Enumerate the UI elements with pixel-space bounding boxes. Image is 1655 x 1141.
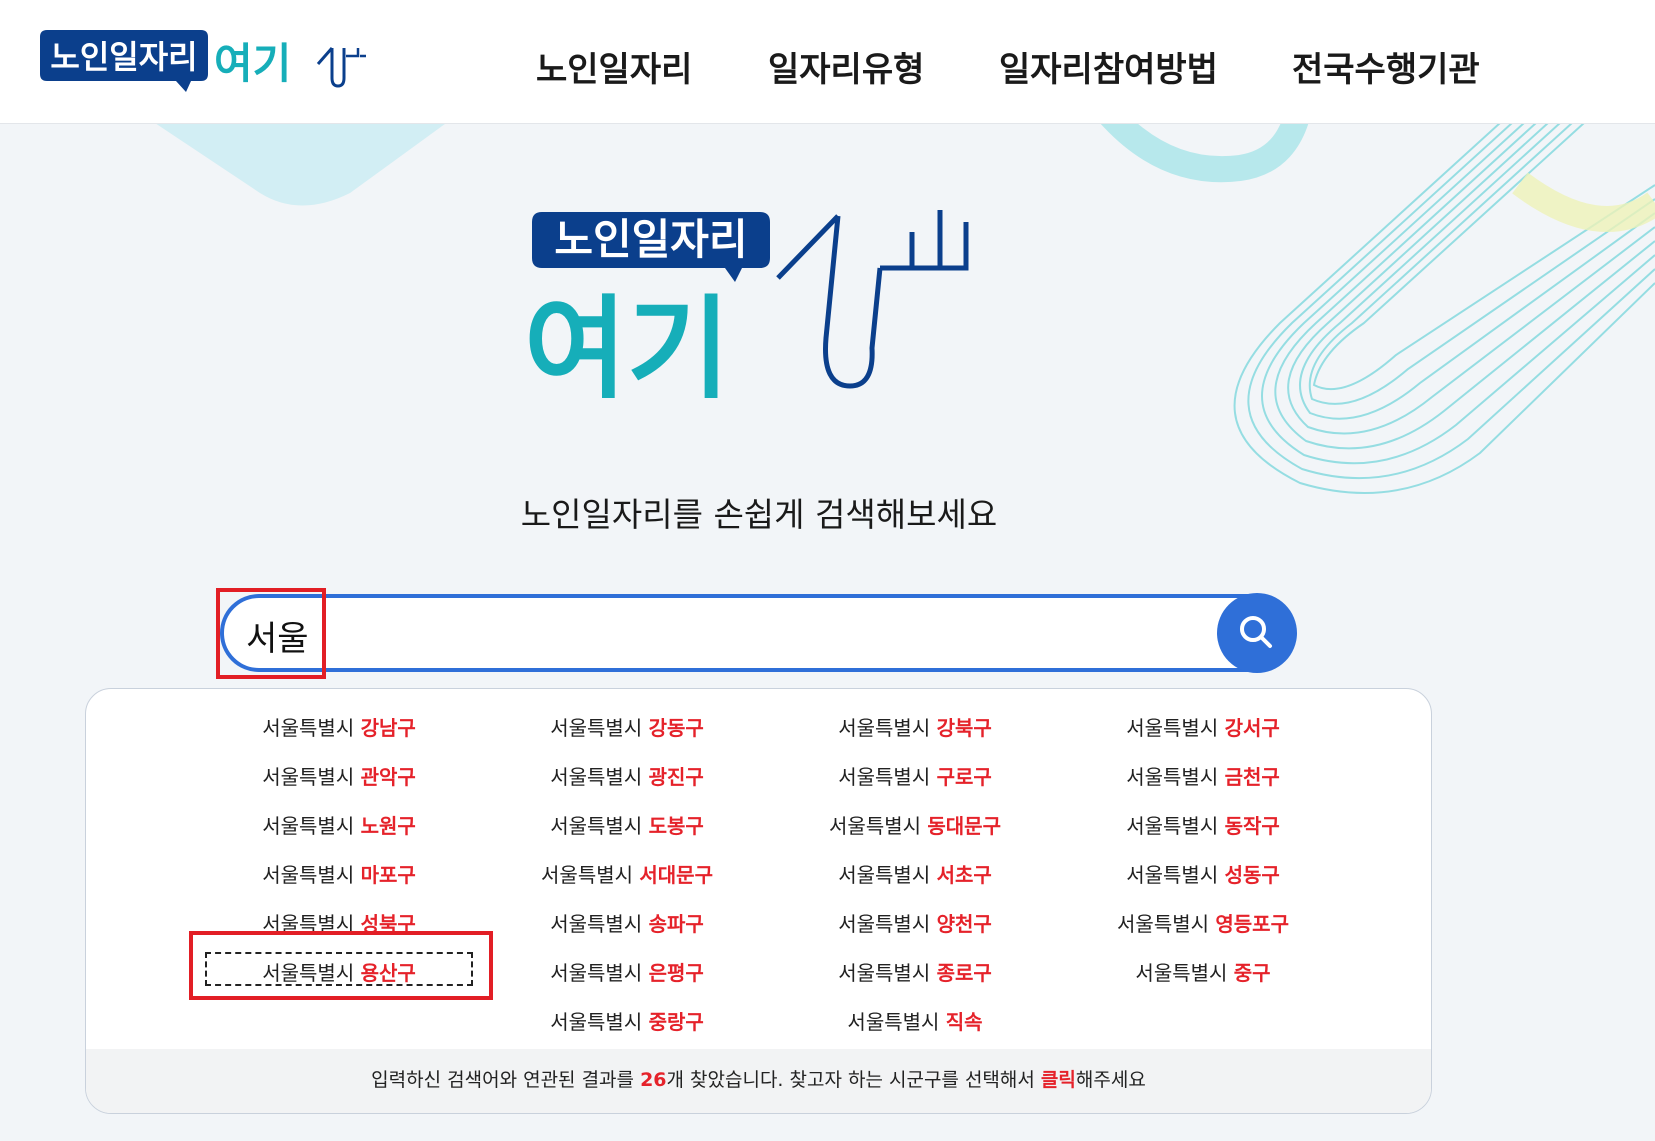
site-logo[interactable]: 노인일자리 여기 [36, 26, 366, 96]
result-district: 동대문구 [927, 814, 1001, 838]
result-city: 서울특별시 [1126, 863, 1219, 887]
result-item[interactable]: 서울특별시 광진구 [550, 761, 704, 790]
result-city: 서울특별시 [262, 765, 355, 789]
result-district: 서대문구 [639, 863, 713, 887]
result-district: 노원구 [360, 814, 416, 838]
result-city: 서울특별시 [550, 912, 643, 936]
search-bar [220, 594, 1296, 672]
hero-logo-line2: 여기 [524, 285, 730, 398]
result-item[interactable]: 서울특별시 서대문구 [541, 859, 713, 888]
results-count: 26 [640, 1069, 667, 1091]
search-icon [1240, 616, 1272, 648]
search-results-dropdown: 서울특별시 강남구 서울특별시 강동구 서울특별시 강북구 서울특별시 강서구 서울특별… [85, 688, 1432, 1114]
result-city: 서울특별시 [1126, 765, 1219, 789]
result-district: 양천구 [936, 912, 992, 936]
result-district: 서초구 [936, 863, 992, 887]
hero-logo: 노인일자리 여기 [524, 210, 969, 398]
result-district: 송파구 [648, 912, 704, 936]
result-item[interactable]: 서울특별시 금천구 [1126, 761, 1280, 790]
result-city: 서울특별시 [550, 1010, 643, 1034]
result-district: 동작구 [1224, 814, 1280, 838]
result-district: 성북구 [360, 912, 416, 936]
result-item[interactable]: 서울특별시 양천구 [838, 908, 992, 937]
focused-item-outline [205, 952, 473, 986]
result-city: 서울특별시 [1117, 912, 1210, 936]
nav-item-how-to-participate[interactable]: 일자리참여방법 [999, 42, 1218, 91]
hero-logo-line1: 노인일자리 [554, 215, 747, 264]
result-district: 금천구 [1224, 765, 1280, 789]
result-item[interactable]: 서울특별시 마포구 [262, 859, 416, 888]
result-district: 강서구 [1224, 716, 1280, 740]
result-district: 직속 [945, 1010, 983, 1034]
result-city: 서울특별시 [550, 814, 643, 838]
result-district: 성동구 [1224, 863, 1280, 887]
results-summary-middle: 개 찾았습니다. 찾고자 하는 시군구를 선택해서 [666, 1069, 1041, 1091]
result-city: 서울특별시 [1126, 814, 1219, 838]
result-district: 중구 [1233, 961, 1271, 985]
result-item[interactable]: 서울특별시 중랑구 [550, 1006, 704, 1035]
result-item[interactable]: 서울특별시 영등포구 [1117, 908, 1289, 937]
results-summary-click: 클릭 [1040, 1069, 1076, 1091]
result-city: 서울특별시 [541, 863, 634, 887]
result-item[interactable]: 서울특별시 성북구 [262, 908, 416, 937]
result-district: 구로구 [936, 765, 992, 789]
result-item[interactable]: 서울특별시 도봉구 [550, 810, 704, 839]
result-district: 마포구 [360, 863, 416, 887]
result-city: 서울특별시 [550, 961, 643, 985]
nav-item-job-types[interactable]: 일자리유형 [768, 42, 924, 91]
result-item[interactable]: 서울특별시 강동구 [550, 712, 704, 741]
result-city: 서울특별시 [829, 814, 922, 838]
result-city: 서울특별시 [262, 814, 355, 838]
result-item[interactable]: 서울특별시 동작구 [1126, 810, 1280, 839]
result-item[interactable]: 서울특별시 중구 [1135, 957, 1270, 986]
result-item[interactable]: 서울특별시 강남구 [262, 712, 416, 741]
result-district: 영등포구 [1215, 912, 1289, 936]
search-tagline: 노인일자리를 손쉽게 검색해보세요 [520, 495, 998, 534]
result-item[interactable]: 서울특별시 서초구 [838, 859, 992, 888]
result-city: 서울특별시 [838, 863, 931, 887]
results-summary-suffix: 해주세요 [1075, 1069, 1146, 1091]
result-city: 서울특별시 [1126, 716, 1219, 740]
result-district: 강북구 [936, 716, 992, 740]
result-city: 서울특별시 [847, 1010, 940, 1034]
result-city: 서울특별시 [838, 716, 931, 740]
results-summary-prefix: 입력하신 검색어와 연관된 결과를 [371, 1069, 641, 1091]
result-city: 서울특별시 [550, 765, 643, 789]
result-item[interactable]: 서울특별시 송파구 [550, 908, 704, 937]
nav-item-senior-jobs[interactable]: 노인일자리 [536, 42, 692, 91]
result-city: 서울특별시 [1135, 961, 1228, 985]
result-city: 서울특별시 [838, 961, 931, 985]
result-item[interactable]: 서울특별시 동대문구 [829, 810, 1001, 839]
result-district: 강남구 [360, 716, 416, 740]
result-district: 중랑구 [648, 1010, 704, 1034]
top-navigation-bar: 노인일자리 여기 노인일자리 일자리유형 일자리참여방법 전국수행기관 [0, 0, 1655, 124]
result-district: 은평구 [648, 961, 704, 985]
result-item[interactable]: 서울특별시 구로구 [838, 761, 992, 790]
result-item[interactable]: 서울특별시 은평구 [550, 957, 704, 986]
result-district: 광진구 [648, 765, 704, 789]
site-logo-line2: 여기 [214, 39, 291, 88]
result-district: 관악구 [360, 765, 416, 789]
result-item[interactable]: 서울특별시 강북구 [838, 712, 992, 741]
result-city: 서울특별시 [262, 863, 355, 887]
result-item[interactable]: 서울특별시 관악구 [262, 761, 416, 790]
result-item[interactable]: 서울특별시 노원구 [262, 810, 416, 839]
results-summary: 입력하신 검색어와 연관된 결과를 26개 찾았습니다. 찾고자 하는 시군구를… [86, 1049, 1431, 1113]
result-city: 서울특별시 [550, 716, 643, 740]
result-item[interactable]: 서울특별시 성동구 [1126, 859, 1280, 888]
result-item[interactable]: 서울특별시 직속 [847, 1006, 982, 1035]
search-button[interactable] [1217, 593, 1297, 673]
result-district: 종로구 [936, 961, 992, 985]
site-logo-line1: 노인일자리 [50, 38, 197, 76]
result-city: 서울특별시 [262, 912, 355, 936]
result-item[interactable]: 서울특별시 강서구 [1126, 712, 1280, 741]
nav-item-nationwide-agencies[interactable]: 전국수행기관 [1292, 42, 1480, 91]
result-city: 서울특별시 [262, 716, 355, 740]
result-item[interactable]: 서울특별시 종로구 [838, 957, 992, 986]
search-input[interactable] [244, 610, 1148, 660]
result-district: 도봉구 [648, 814, 704, 838]
result-district: 강동구 [648, 716, 704, 740]
result-city: 서울특별시 [838, 912, 931, 936]
result-city: 서울특별시 [838, 765, 931, 789]
